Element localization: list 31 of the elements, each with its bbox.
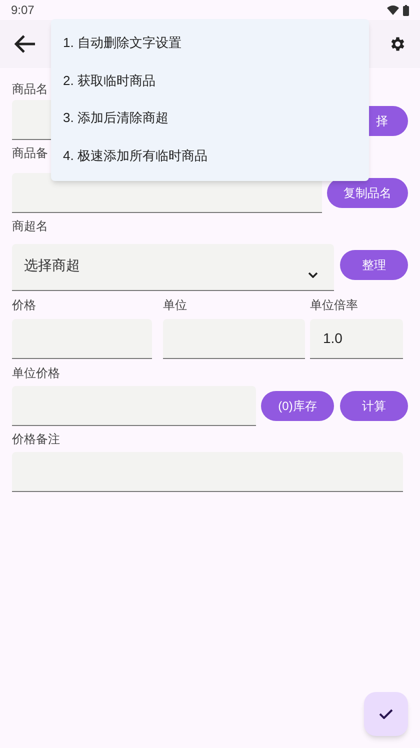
action-button[interactable]: 整理 xyxy=(340,250,408,280)
confirm-button[interactable] xyxy=(364,692,408,736)
wifi-icon xyxy=(387,5,399,15)
dropdown-placeholder: 选择商超 xyxy=(24,256,80,275)
field-label: 商品名 xyxy=(12,82,48,96)
menu-item[interactable]: 1. 自动删除文字设置 xyxy=(51,24,369,62)
field-label: 价格备注 xyxy=(12,432,60,446)
menu-item[interactable]: 3. 添加后清除商超 xyxy=(51,99,369,136)
action-button[interactable]: 计算 xyxy=(340,391,408,421)
input-field[interactable] xyxy=(163,319,305,359)
status-time: 9:07 xyxy=(11,2,34,19)
input-field[interactable] xyxy=(12,319,152,359)
field-label: 价格 xyxy=(12,298,36,312)
field-label: 商品备 xyxy=(12,146,48,160)
back-arrow-icon[interactable] xyxy=(14,35,36,53)
input-field[interactable]: 1.0 xyxy=(310,319,403,359)
field-label: 商超名 xyxy=(12,219,48,233)
menu-item[interactable]: 2. 获取临时商品 xyxy=(51,62,369,99)
chevron-down-icon xyxy=(308,272,318,278)
store-dropdown[interactable]: 选择商超 xyxy=(12,244,334,291)
field-label: 单位倍率 xyxy=(310,298,358,312)
menu-item[interactable]: 4. 极速添加所有临时商品 xyxy=(51,136,369,174)
field-label: 单位 xyxy=(163,298,187,312)
action-button[interactable]: (0)库存 xyxy=(261,391,334,421)
battery-icon xyxy=(403,4,409,16)
input-field[interactable] xyxy=(12,452,403,492)
field-value: 1.0 xyxy=(323,329,342,348)
checkmark-icon xyxy=(379,709,393,719)
field-label: 单位价格 xyxy=(12,366,60,380)
input-field[interactable] xyxy=(12,386,256,426)
action-button[interactable]: 复制品名 xyxy=(327,178,408,208)
